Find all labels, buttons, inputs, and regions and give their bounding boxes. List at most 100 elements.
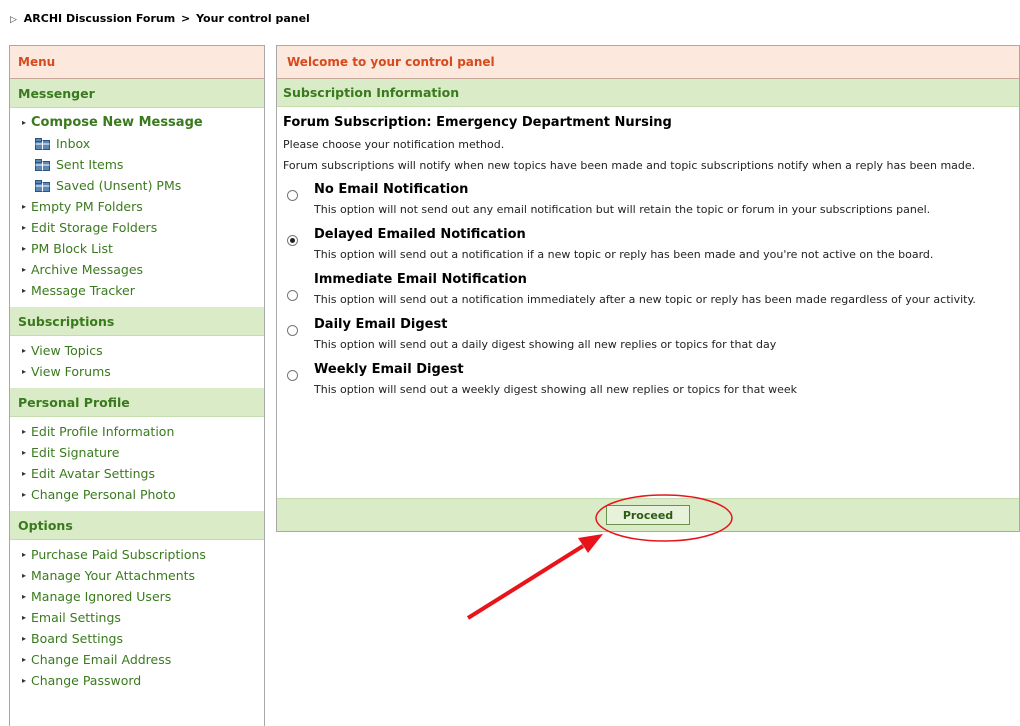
sidebar-item-change-personal-photo[interactable]: ▸ Change Personal Photo — [10, 484, 264, 505]
sidebar-item-manage-your-attachments[interactable]: ▸ Manage Your Attachments — [10, 565, 264, 586]
sidebar-item-inbox[interactable]: Inbox — [10, 133, 264, 154]
sidebar-item-edit-avatar-settings[interactable]: ▸ Edit Avatar Settings — [10, 463, 264, 484]
sidebar-item-label: Sent Items — [56, 157, 124, 172]
sidebar-item-compose-new-message[interactable]: ▸ Compose New Message — [10, 112, 264, 133]
breadcrumb-separator: > — [181, 12, 191, 25]
radio-immediate-email-notification[interactable] — [287, 290, 298, 301]
sidebar-item-email-settings[interactable]: ▸ Email Settings — [10, 607, 264, 628]
menu-header: Menu — [10, 46, 264, 79]
bullet-icon: ▸ — [22, 490, 27, 499]
sidebar-item-label: Manage Ignored Users — [31, 589, 172, 604]
sidebar-item-edit-profile-information[interactable]: ▸ Edit Profile Information — [10, 421, 264, 442]
bullet-icon: ▸ — [22, 202, 27, 211]
bullet-icon: ▸ — [22, 346, 27, 355]
control-panel: Welcome to your control panel Subscripti… — [276, 45, 1020, 532]
sidebar-item-message-tracker[interactable]: ▸ Message Tracker — [10, 280, 264, 301]
panel-footer: Proceed — [277, 498, 1019, 531]
sidebar-item-label: Email Settings — [31, 610, 121, 625]
bullet-icon: ▸ — [22, 676, 27, 685]
radio-weekly-email-digest[interactable] — [287, 370, 298, 381]
folder-icon — [35, 137, 50, 150]
sidebar-item-sent-items[interactable]: Sent Items — [10, 154, 264, 175]
folder-icon — [35, 158, 50, 171]
bullet-icon: ▸ — [22, 448, 27, 457]
sidebar-item-label: Purchase Paid Subscriptions — [31, 547, 206, 562]
sidebar-item-label: Edit Avatar Settings — [31, 466, 155, 481]
sidebar-item-label: Change Email Address — [31, 652, 172, 667]
option-description: This option will send out a weekly diges… — [314, 383, 798, 396]
sidebar-item-view-topics[interactable]: ▸ View Topics — [10, 340, 264, 361]
option-title: Immediate Email Notification — [314, 271, 527, 287]
bullet-icon: ▸ — [22, 286, 27, 295]
option-description: This option will send out a notification… — [314, 248, 934, 261]
sidebar-item-view-forums[interactable]: ▸ View Forums — [10, 361, 264, 382]
sidebar-item-label: Empty PM Folders — [31, 199, 143, 214]
sidebar-item-change-password[interactable]: ▸ Change Password — [10, 670, 264, 691]
sidebar-item-label: Edit Profile Information — [31, 424, 175, 439]
breadcrumb-current: Your control panel — [196, 12, 310, 25]
section-header-messenger: Messenger — [10, 79, 264, 108]
sidebar-menu: Menu Messenger ▸ Compose New Message Inb… — [9, 45, 265, 726]
bullet-icon: ▸ — [22, 592, 27, 601]
section-header-personal-profile: Personal Profile — [10, 388, 264, 417]
sidebar-item-label: Change Password — [31, 673, 142, 688]
bullet-icon: ▸ — [22, 265, 27, 274]
radio-delayed-emailed-notification[interactable] — [287, 235, 298, 246]
instruction-text: Please choose your notification method. — [283, 138, 505, 151]
breadcrumb-triangle-icon: ▷ — [10, 15, 17, 25]
breadcrumb: ▷ ARCHI Discussion Forum > Your control … — [10, 12, 310, 25]
sidebar-item-label: Change Personal Photo — [31, 487, 176, 502]
subscription-info-header: Subscription Information — [277, 79, 1019, 107]
sidebar-item-archive-messages[interactable]: ▸ Archive Messages — [10, 259, 264, 280]
sidebar-item-pm-block-list[interactable]: ▸ PM Block List — [10, 238, 264, 259]
panel-title: Welcome to your control panel — [277, 46, 1019, 79]
annotation-arrow-head — [578, 534, 603, 553]
sidebar-item-label: Compose New Message — [31, 115, 203, 130]
sidebar-item-purchase-paid-subscriptions[interactable]: ▸ Purchase Paid Subscriptions — [10, 544, 264, 565]
section-header-options: Options — [10, 511, 264, 540]
sidebar-item-label: Manage Your Attachments — [31, 568, 196, 583]
sidebar-item-label: View Topics — [31, 343, 103, 358]
sidebar-item-label: Saved (Unsent) PMs — [56, 178, 182, 193]
section-header-subscriptions: Subscriptions — [10, 307, 264, 336]
bullet-icon: ▸ — [22, 550, 27, 559]
sidebar-item-label: Board Settings — [31, 631, 123, 646]
sidebar-item-label: Message Tracker — [31, 283, 135, 298]
sidebar-item-label: PM Block List — [31, 241, 113, 256]
sidebar-item-empty-pm-folders[interactable]: ▸ Empty PM Folders — [10, 196, 264, 217]
annotation-arrow-shaft — [466, 544, 585, 620]
proceed-button[interactable]: Proceed — [605, 505, 691, 525]
option-weekly-email-digest: Weekly Email Digest This option will sen… — [283, 359, 1009, 400]
option-title: Delayed Emailed Notification — [314, 226, 526, 242]
bullet-icon: ▸ — [22, 223, 27, 232]
option-description: This option will not send out any email … — [314, 203, 931, 216]
sidebar-item-edit-storage-folders[interactable]: ▸ Edit Storage Folders — [10, 217, 264, 238]
breadcrumb-forum-link[interactable]: ARCHI Discussion Forum — [24, 12, 175, 25]
option-immediate-email-notification: Immediate Email Notification This option… — [283, 269, 1009, 310]
bullet-icon: ▸ — [22, 118, 27, 127]
option-description: This option will send out a notification… — [314, 293, 976, 306]
radio-no-email-notification[interactable] — [287, 190, 298, 201]
bullet-icon: ▸ — [22, 469, 27, 478]
bullet-icon: ▸ — [22, 655, 27, 664]
bullet-icon: ▸ — [22, 634, 27, 643]
option-title: Daily Email Digest — [314, 316, 448, 332]
option-description: This option will send out a daily digest… — [314, 338, 777, 351]
option-delayed-emailed-notification: Delayed Emailed Notification This option… — [283, 224, 1009, 265]
sidebar-item-manage-ignored-users[interactable]: ▸ Manage Ignored Users — [10, 586, 264, 607]
option-daily-email-digest: Daily Email Digest This option will send… — [283, 314, 1009, 355]
sidebar-item-edit-signature[interactable]: ▸ Edit Signature — [10, 442, 264, 463]
sidebar-item-label: Archive Messages — [31, 262, 144, 277]
sidebar-item-saved-unsent-pms[interactable]: Saved (Unsent) PMs — [10, 175, 264, 196]
bullet-icon: ▸ — [22, 367, 27, 376]
bullet-icon: ▸ — [22, 613, 27, 622]
sidebar-item-board-settings[interactable]: ▸ Board Settings — [10, 628, 264, 649]
description-text: Forum subscriptions will notify when new… — [283, 159, 976, 172]
option-no-email-notification: No Email Notification This option will n… — [283, 179, 1009, 220]
bullet-icon: ▸ — [22, 244, 27, 253]
forum-subscription-title: Forum Subscription: Emergency Department… — [283, 115, 672, 130]
radio-daily-email-digest[interactable] — [287, 325, 298, 336]
folder-icon — [35, 179, 50, 192]
sidebar-item-label: Inbox — [56, 136, 91, 151]
sidebar-item-change-email-address[interactable]: ▸ Change Email Address — [10, 649, 264, 670]
